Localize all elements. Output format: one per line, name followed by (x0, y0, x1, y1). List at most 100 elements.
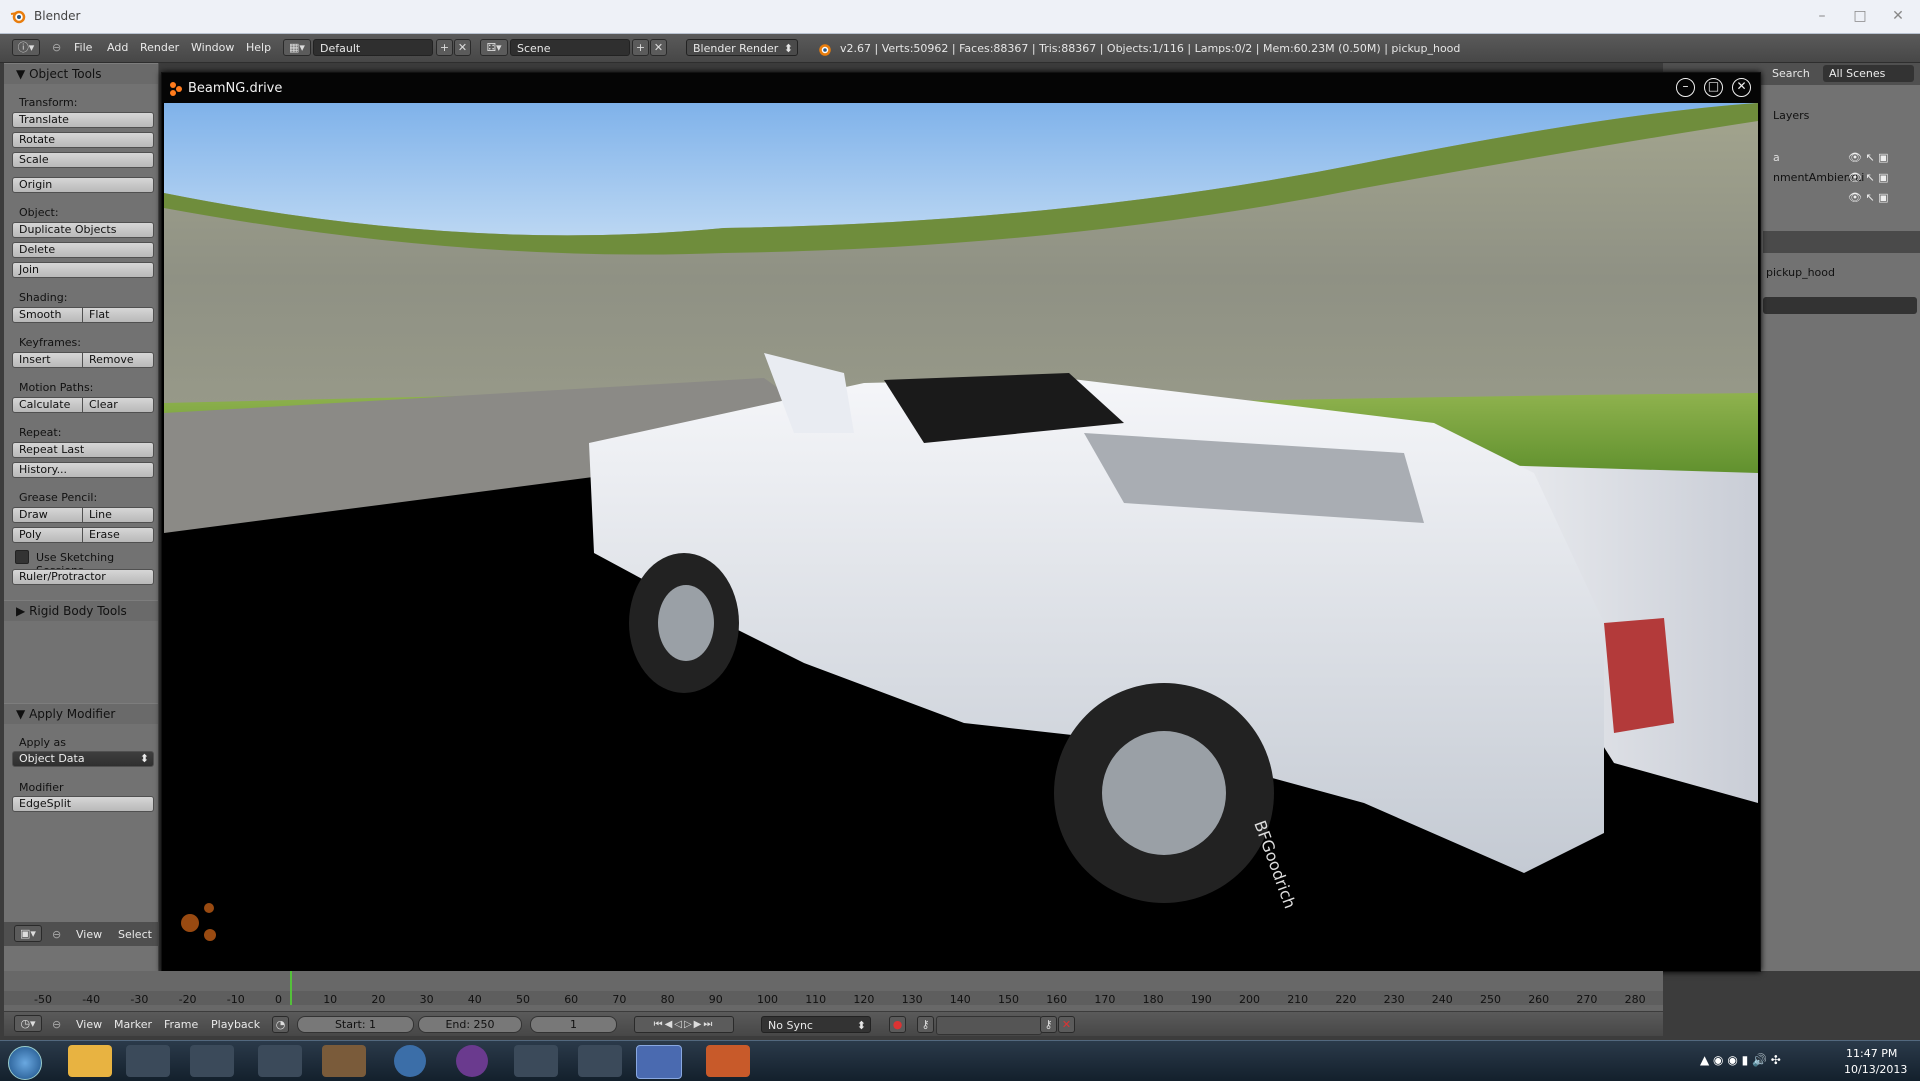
app-icon[interactable] (190, 1045, 234, 1077)
playback-controls[interactable]: ⏮◀◁▷▶⏭ (634, 1016, 734, 1033)
apply-as-select[interactable]: Object Data ⬍ (12, 751, 154, 767)
remove-keyframe-button[interactable]: Remove (82, 352, 154, 368)
draw-button[interactable]: Draw (12, 507, 83, 523)
history-button[interactable]: History... (12, 462, 154, 478)
visibility-eye-icon[interactable]: 👁 ↖ ▣ (1848, 151, 1889, 164)
timeline-playback-menu[interactable]: Playback (211, 1018, 260, 1031)
outliner-row-1[interactable]: a (1773, 151, 1913, 169)
record-icon[interactable]: ● (889, 1016, 906, 1033)
current-frame-marker[interactable] (290, 971, 292, 1005)
maximize-button[interactable]: □ (1846, 6, 1874, 26)
steam-icon[interactable] (126, 1045, 170, 1077)
object-tools-header[interactable]: ▼ Object Tools (4, 63, 158, 84)
game-scene[interactable]: BFGoodrich (164, 103, 1758, 968)
clear-button[interactable]: Clear (82, 397, 154, 413)
delete-keyframe-icon[interactable]: ✕ (1058, 1016, 1075, 1033)
tray-icons[interactable]: ▲ ◉ ◉ ▮ 🔊 ✣ (1700, 1053, 1781, 1067)
start-button[interactable] (8, 1046, 42, 1080)
collapse-icon[interactable]: ⊖ (52, 1018, 61, 1031)
menu-render[interactable]: Render (140, 41, 179, 54)
app-icon[interactable] (456, 1045, 488, 1077)
rigid-body-tools-header[interactable]: ▶ Rigid Body Tools (4, 600, 158, 621)
game-maximize-button[interactable]: □ (1704, 78, 1723, 97)
scene-field[interactable]: Scene (510, 39, 630, 56)
outliner-row-2[interactable]: nmentAmbientLi (1773, 171, 1913, 189)
ruler-protractor-button[interactable]: Ruler/Protractor (12, 569, 154, 585)
close-button[interactable]: ✕ (1884, 6, 1912, 26)
duplicate-objects-button[interactable]: Duplicate Objects (12, 222, 154, 238)
collapse-icon[interactable]: ⊖ (52, 41, 61, 54)
sketching-checkbox[interactable] (15, 550, 29, 564)
menu-window[interactable]: Window (191, 41, 234, 54)
properties-dropdown[interactable] (1763, 297, 1917, 314)
viewport-select-menu[interactable]: Select (118, 928, 152, 941)
delete-button[interactable]: Delete (12, 242, 154, 258)
edgesplit-modifier-button[interactable]: EdgeSplit (12, 796, 154, 812)
render-engine-select[interactable]: Blender Render ⬍ (686, 39, 798, 56)
remove-scene-icon[interactable]: ✕ (650, 39, 667, 56)
timeline-view-menu[interactable]: View (76, 1018, 102, 1031)
collapse-icon[interactable]: ⊖ (52, 928, 61, 941)
layout-field[interactable]: Default (313, 39, 433, 56)
timeline-marker-menu[interactable]: Marker (114, 1018, 152, 1031)
smooth-button[interactable]: Smooth (12, 307, 83, 323)
app-icon[interactable] (394, 1045, 426, 1077)
scale-button[interactable]: Scale (12, 152, 154, 168)
game-close-button[interactable]: ✕ (1732, 78, 1751, 97)
outliner-display-select[interactable]: All Scenes (1823, 65, 1914, 82)
remove-layout-icon[interactable]: ✕ (454, 39, 471, 56)
properties-tabs[interactable] (1763, 231, 1920, 253)
insert-keyframe-button[interactable]: Insert (12, 352, 83, 368)
visibility-eye-icon[interactable]: 👁 ↖ ▣ (1848, 191, 1889, 204)
viewport-view-menu[interactable]: View (76, 928, 102, 941)
apply-modifier-header[interactable]: ▼ Apply Modifier (4, 703, 158, 724)
timeline[interactable]: -50 -40 -30 -20 -10 0 10 20 30 40 50 60 70 80 90 100 110… (4, 971, 1663, 1011)
line-button[interactable]: Line (82, 507, 154, 523)
timer-icon[interactable]: ◔ (272, 1016, 289, 1033)
timeline-frame-menu[interactable]: Frame (164, 1018, 198, 1031)
sync-select[interactable]: No Sync ⬍ (761, 1016, 871, 1033)
editor-type-icon[interactable]: ⓘ▾ (12, 39, 40, 56)
origin-button[interactable]: Origin (12, 177, 154, 193)
outliner-search-label[interactable]: Search (1772, 67, 1810, 80)
clock-date[interactable]: 10/13/2013 (1844, 1063, 1907, 1076)
erase-button[interactable]: Erase (82, 527, 154, 543)
viewport-editor-type-icon[interactable]: ▣▾ (14, 925, 42, 942)
translate-button[interactable]: Translate (12, 112, 154, 128)
menu-file[interactable]: File (74, 41, 92, 54)
explorer-icon[interactable] (68, 1045, 112, 1077)
beamng-window[interactable]: BeamNG.drive – □ ✕ BFGoodrich (161, 72, 1761, 972)
add-scene-icon[interactable]: + (632, 39, 649, 56)
current-frame-field[interactable]: 1 (530, 1016, 617, 1033)
keying-set-field[interactable] (936, 1016, 1042, 1035)
beamng-active-icon[interactable] (636, 1045, 682, 1079)
scene-icon[interactable]: ⚃▾ (480, 39, 508, 56)
add-layout-icon[interactable]: + (436, 39, 453, 56)
app-icon[interactable] (322, 1045, 366, 1077)
menu-add[interactable]: Add (107, 41, 128, 54)
timeline-editor-type-icon[interactable]: ◷▾ (14, 1015, 42, 1032)
repeat-last-button[interactable]: Repeat Last (12, 442, 154, 458)
game-minimize-button[interactable]: – (1676, 78, 1695, 97)
insert-keyframe-icon[interactable]: ⚷ (1040, 1016, 1057, 1033)
join-button[interactable]: Join (12, 262, 154, 278)
poly-button[interactable]: Poly (12, 527, 83, 543)
beamng-titlebar[interactable]: BeamNG.drive – □ ✕ (162, 73, 1760, 103)
paint-icon[interactable] (514, 1045, 558, 1077)
end-frame-field[interactable]: End: 250 (418, 1016, 522, 1033)
timeline-ruler[interactable] (4, 991, 1663, 1005)
rotate-button[interactable]: Rotate (12, 132, 154, 148)
keying-set-icon[interactable]: ⚷ (917, 1016, 934, 1033)
visibility-eye-icon[interactable]: 👁 ↖ ▣ (1848, 171, 1889, 184)
clock-time[interactable]: 11:47 PM (1846, 1047, 1897, 1060)
render-engine-label: Blender Render (693, 42, 779, 55)
calculate-button[interactable]: Calculate (12, 397, 83, 413)
blender-taskbar-icon[interactable] (578, 1045, 622, 1077)
app-icon[interactable] (706, 1045, 750, 1077)
start-frame-field[interactable]: Start: 1 (297, 1016, 414, 1033)
flat-button[interactable]: Flat (82, 307, 154, 323)
beamng-taskbar-icon[interactable] (258, 1045, 302, 1077)
minimize-button[interactable]: – (1808, 6, 1836, 26)
layout-grid-icon[interactable]: ▦▾ (283, 39, 311, 56)
menu-help[interactable]: Help (246, 41, 271, 54)
